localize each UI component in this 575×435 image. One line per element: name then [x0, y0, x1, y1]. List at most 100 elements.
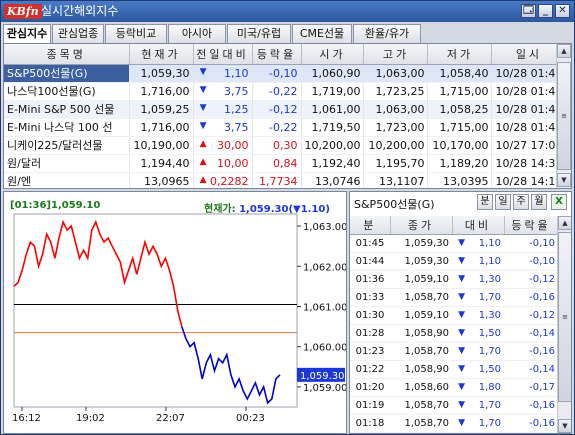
table-row[interactable]: 원/달러 1,194,40 ▲ 10,00 0,84 1,192,40 1,195,70 1,…	[4, 154, 567, 173]
excel-export-button[interactable]: X	[551, 194, 567, 210]
table-row[interactable]: S&P500선물(G) 1,059,30 ▼ 1,10 -0,10 1,060,90 1,0…	[4, 64, 567, 83]
day-button[interactable]: 일	[495, 194, 511, 210]
down-arrow-icon: ▼	[458, 273, 465, 284]
grid-header-5[interactable]: 고가	[363, 44, 429, 65]
minimize-button[interactable]: _	[538, 4, 553, 18]
change-value: 1,10	[478, 255, 501, 267]
open-price: 13,0746	[301, 172, 365, 188]
week-button[interactable]: 주	[513, 194, 529, 210]
high-price: 13,1107	[363, 172, 429, 188]
change-value: 10,00	[217, 156, 249, 170]
open-price: 1,719,50	[301, 118, 365, 137]
minute-header-1[interactable]: 종가	[390, 216, 453, 235]
down-arrow-icon: ▼	[458, 327, 465, 338]
x-tick-label: 00:23	[236, 413, 265, 424]
current-price: 1,716,00	[129, 82, 194, 101]
table-row[interactable]: 01:18 1,058,70 ▼ 1,70 -0,16	[350, 414, 558, 433]
table-row[interactable]: E-Mini 나스닥 100 선 1,716,00 ▼ 3,75 -0,22 1,719,…	[4, 118, 567, 137]
change-value: 1,50	[478, 327, 501, 339]
grid-header-0[interactable]: 종목명	[4, 44, 130, 65]
change-rate: -0,22	[252, 118, 302, 137]
change-rate: -0,14	[504, 360, 558, 379]
tab-3[interactable]: 아시아	[168, 24, 226, 43]
app-window: KBfn 실시간해외지수 🗔 _ ✕ 관심지수 관심업종 등락비교 아시아 미국/유럽 C…	[0, 0, 575, 435]
change-rate: 0,84	[252, 154, 302, 173]
change-cell: ▼ 1,70	[452, 414, 504, 433]
minute-time: 01:20	[350, 378, 390, 397]
change-value: 1,70	[478, 291, 501, 303]
grid-header-6[interactable]: 저가	[427, 44, 493, 65]
minute-button[interactable]: 분	[477, 194, 493, 210]
change-rate: -0,12	[504, 306, 558, 325]
close-price: 1,058,70	[390, 342, 452, 361]
tab-6[interactable]: 환율/유가	[353, 24, 421, 43]
table-row[interactable]: 01:44 1,059,30 ▼ 1,10 -0,10	[350, 252, 558, 271]
change-cell: ▼ 1,70	[452, 396, 504, 415]
table-row[interactable]: 01:19 1,058,70 ▼ 1,70 -0,16	[350, 396, 558, 415]
high-price: 1,723,00	[363, 118, 429, 137]
scroll-down-button[interactable]: ▼	[557, 173, 571, 187]
month-button[interactable]: 월	[531, 194, 547, 210]
table-row[interactable]: 01:22 1,058,90 ▼ 1,50 -0,14	[350, 360, 558, 379]
table-row[interactable]: 01:36 1,059,10 ▼ 1,30 -0,12	[350, 270, 558, 289]
tab-0[interactable]: 관심지수	[3, 24, 51, 43]
quote-time: 10/28 01:44	[491, 82, 567, 101]
change-cell: ▼ 3,75	[193, 118, 253, 137]
minute-time: 01:30	[350, 306, 390, 325]
scroll-up-button[interactable]: ▲	[557, 44, 571, 58]
change-cell: ▼ 1,50	[452, 324, 504, 343]
minute-table-scrollbar[interactable]: ▲ ≡ ▼	[557, 216, 571, 433]
table-row[interactable]: 01:20 1,058,60 ▼ 1,80 -0,17	[350, 378, 558, 397]
change-value: 1,50	[478, 363, 501, 375]
down-arrow-icon: ▼	[199, 66, 207, 77]
grid-header-4[interactable]: 시가	[301, 44, 365, 65]
grid-header-3[interactable]: 등락율	[252, 44, 302, 65]
grid-header-2[interactable]: 전일대비	[193, 44, 253, 65]
change-value: 1,10	[224, 66, 249, 80]
change-rate: -0,12	[252, 100, 302, 119]
grid-header-7[interactable]: 일시	[491, 44, 567, 65]
y-tick-label: 1,059.00	[303, 383, 347, 394]
table-row[interactable]: 원/엔 13,0965 ▲ 0,2282 1,7734 13,0746 13,1107 13,…	[4, 172, 567, 188]
grid-header-1[interactable]: 현재가	[129, 44, 194, 65]
minute-table: 분 종가 대비 등락율 01:45 1,059,30 ▼ 1,10 -0,10 01:44 1,0…	[350, 216, 559, 433]
table-row[interactable]: 01:33 1,058,70 ▼ 1,70 -0,16	[350, 288, 558, 307]
table-row[interactable]: 01:23 1,058,70 ▼ 1,70 -0,16	[350, 342, 558, 361]
low-price: 13,0395	[427, 172, 493, 188]
down-arrow-icon: ▼	[199, 84, 207, 95]
scroll-thumb[interactable]: ≡	[557, 62, 571, 170]
table-row[interactable]: 01:30 1,059,10 ▼ 1,30 -0,12	[350, 306, 558, 325]
table-row[interactable]: 니케이225/달러선물 10,190,00 ▲ 30,00 0,30 10,200,00 1…	[4, 136, 567, 155]
tab-5[interactable]: CME선물	[292, 24, 352, 43]
minute-header-0[interactable]: 분	[350, 216, 391, 235]
current-price: 1,059,25	[129, 100, 194, 119]
scroll-up-button[interactable]: ▲	[558, 216, 571, 230]
scroll-thumb[interactable]: ≡	[558, 232, 571, 402]
minute-table-title: S&P500선물(G)	[354, 198, 435, 211]
down-arrow-icon: ▼	[458, 381, 465, 392]
close-button[interactable]: ✕	[555, 4, 570, 18]
minute-header-2[interactable]: 대비	[452, 216, 505, 235]
close-price: 1,058,70	[390, 396, 452, 415]
title-bar[interactable]: KBfn 실시간해외지수 🗔 _ ✕	[1, 1, 574, 22]
table-row[interactable]: 01:45 1,059,30 ▼ 1,10 -0,10	[350, 234, 558, 253]
table-row[interactable]: E-Mini S&P 500 선물 1,059,25 ▼ 1,25 -0,12 1,061…	[4, 100, 567, 119]
grid-scrollbar[interactable]: ▲ ≡ ▼	[556, 44, 571, 188]
down-arrow-icon: ▼	[458, 255, 465, 266]
table-row[interactable]: 나스닥100선물(G) 1,716,00 ▼ 3,75 -0,22 1,719,00 1,7…	[4, 82, 567, 101]
intraday-line-chart[interactable]: 1,063.00 1,062.00 1,061.00 1,060.00 1,059.00…	[4, 192, 347, 434]
down-arrow-icon: ▼	[458, 309, 465, 320]
restore-button[interactable]: 🗔	[521, 4, 536, 18]
instrument-name: S&P500선물(G)	[4, 64, 130, 83]
app-logo: KBfn	[4, 4, 42, 19]
price-series-line	[181, 326, 281, 405]
minute-header-3[interactable]: 등락율	[504, 216, 559, 235]
tab-4[interactable]: 미국/유럽	[227, 24, 291, 43]
scroll-down-button[interactable]: ▼	[558, 419, 571, 433]
tab-1[interactable]: 관심업종	[52, 24, 104, 43]
instrument-name: E-Mini 나스닥 100 선	[4, 118, 130, 137]
tab-2[interactable]: 등락비교	[105, 24, 167, 43]
close-price: 1,059,30	[390, 252, 452, 271]
table-row[interactable]: 01:28 1,058,90 ▼ 1,50 -0,14	[350, 324, 558, 343]
change-cell: ▼ 1,70	[452, 288, 504, 307]
